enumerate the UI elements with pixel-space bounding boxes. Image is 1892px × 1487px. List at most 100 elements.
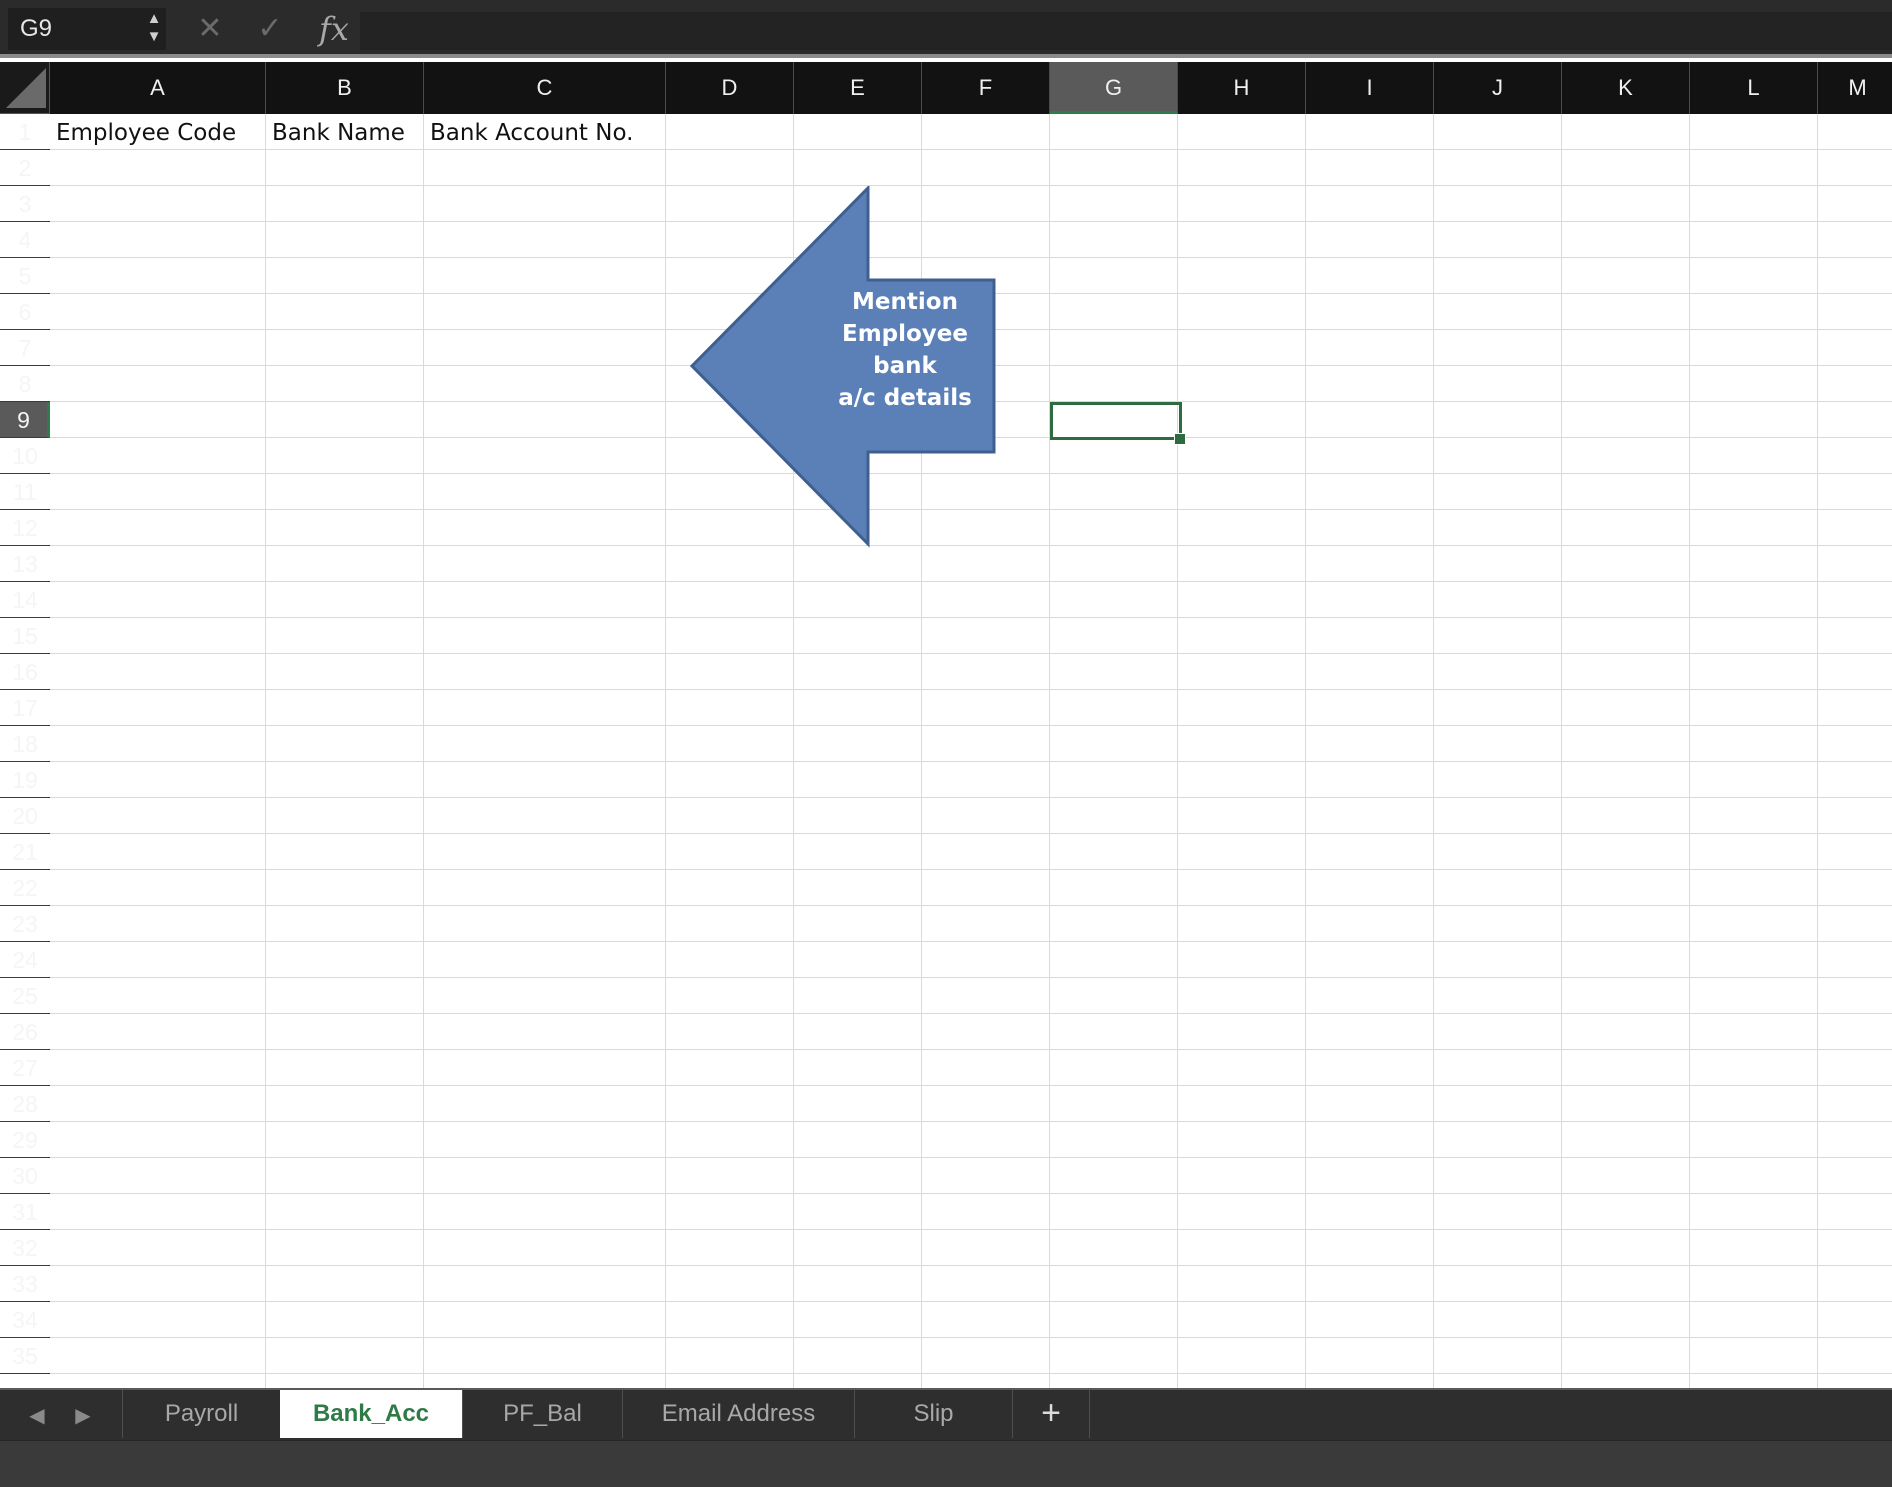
row-gridline [50,833,1892,834]
row-header-25[interactable]: 25 [0,978,50,1014]
column-gridline [265,114,266,1388]
insert-function-icon[interactable]: fx [312,10,356,48]
row-gridline [50,1337,1892,1338]
cell-area[interactable]: Employee Code Bank Name Bank Account No.… [50,114,1892,1388]
column-headers: ABCDEFGHIJKLM [50,62,1892,114]
row-header-28[interactable]: 28 [0,1086,50,1122]
row-header-34[interactable]: 34 [0,1302,50,1338]
row-header-26[interactable]: 26 [0,1014,50,1050]
row-gridline [50,617,1892,618]
previous-sheet-icon[interactable]: ◀ [22,1398,52,1434]
row-gridline [50,1121,1892,1122]
row-header-15[interactable]: 15 [0,618,50,654]
name-box-stepper[interactable]: ▲ ▼ [144,10,164,50]
row-gridline [50,1157,1892,1158]
row-header-17[interactable]: 17 [0,690,50,726]
row-header-5[interactable]: 5 [0,258,50,294]
fill-handle[interactable] [1174,433,1186,445]
column-header-f[interactable]: F [922,62,1050,114]
column-header-j[interactable]: J [1434,62,1562,114]
column-header-k[interactable]: K [1562,62,1690,114]
row-gridline [50,1229,1892,1230]
row-header-8[interactable]: 8 [0,366,50,402]
row-gridline [50,725,1892,726]
row-header-23[interactable]: 23 [0,906,50,942]
column-gridline [1433,114,1434,1388]
column-gridline [1049,114,1050,1388]
row-header-1[interactable]: 1 [0,114,50,150]
column-header-h[interactable]: H [1178,62,1306,114]
row-header-29[interactable]: 29 [0,1122,50,1158]
row-header-7[interactable]: 7 [0,330,50,366]
row-header-11[interactable]: 11 [0,474,50,510]
row-gridline [50,1193,1892,1194]
column-header-m[interactable]: M [1818,62,1892,114]
column-header-b[interactable]: B [266,62,424,114]
stepper-up-icon[interactable]: ▲ [144,10,164,28]
callout-line-2: Employee bank [841,321,969,379]
column-gridline [1177,114,1178,1388]
row-header-13[interactable]: 13 [0,546,50,582]
column-header-d[interactable]: D [666,62,794,114]
callout-line-1: Mention [852,289,958,315]
row-header-33[interactable]: 33 [0,1266,50,1302]
row-header-2[interactable]: 2 [0,150,50,186]
row-header-18[interactable]: 18 [0,726,50,762]
select-all-button[interactable] [0,62,50,114]
row-header-31[interactable]: 31 [0,1194,50,1230]
row-header-27[interactable]: 27 [0,1050,50,1086]
row-header-21[interactable]: 21 [0,834,50,870]
active-cell-G9[interactable] [1050,402,1182,440]
row-header-20[interactable]: 20 [0,798,50,834]
sheet-tab-bank-acc[interactable]: Bank_Acc [280,1390,462,1438]
next-sheet-icon[interactable]: ▶ [68,1398,98,1434]
row-gridline [50,761,1892,762]
row-header-35[interactable]: 35 [0,1338,50,1374]
column-header-l[interactable]: L [1690,62,1818,114]
row-gridline [50,1301,1892,1302]
row-gridline [50,977,1892,978]
name-box[interactable]: G9 [8,8,166,50]
row-header-12[interactable]: 12 [0,510,50,546]
column-header-a[interactable]: A [50,62,266,114]
sheet-tab-email-address[interactable]: Email Address [622,1390,854,1438]
cancel-icon[interactable]: ✕ [194,10,226,48]
column-header-e[interactable]: E [794,62,922,114]
cell-C1[interactable]: Bank Account No. [424,114,633,150]
row-header-10[interactable]: 10 [0,438,50,474]
row-header-16[interactable]: 16 [0,654,50,690]
row-header-30[interactable]: 30 [0,1158,50,1194]
row-header-3[interactable]: 3 [0,186,50,222]
row-gridline [50,653,1892,654]
row-header-6[interactable]: 6 [0,294,50,330]
add-sheet-button[interactable]: + [1012,1390,1090,1438]
row-header-14[interactable]: 14 [0,582,50,618]
column-header-g[interactable]: G [1050,62,1178,114]
formula-input[interactable] [360,12,1892,50]
column-gridline [423,114,424,1388]
row-header-19[interactable]: 19 [0,762,50,798]
sheet-tab-slip[interactable]: Slip [854,1390,1012,1438]
row-header-32[interactable]: 32 [0,1230,50,1266]
stepper-down-icon[interactable]: ▼ [144,28,164,46]
row-gridline [50,941,1892,942]
cell-A1[interactable]: Employee Code [50,114,236,150]
row-header-24[interactable]: 24 [0,942,50,978]
left-arrow-callout-shape[interactable]: Mention Employee bank a/c details [688,184,1000,548]
enter-icon[interactable]: ✓ [252,10,288,48]
column-header-i[interactable]: I [1306,62,1434,114]
row-gridline [50,1085,1892,1086]
column-gridline [1689,114,1690,1388]
callout-text: Mention Employee bank a/c details [816,286,994,414]
sheet-tab-payroll[interactable]: Payroll [122,1390,280,1438]
column-header-c[interactable]: C [424,62,666,114]
cell-B1[interactable]: Bank Name [266,114,405,150]
row-header-4[interactable]: 4 [0,222,50,258]
row-gridline [50,1265,1892,1266]
row-gridline [50,1013,1892,1014]
sheet-tab-pf-bal[interactable]: PF_Bal [462,1390,622,1438]
row-gridline [50,689,1892,690]
row-header-9[interactable]: 9 [0,402,50,438]
row-header-22[interactable]: 22 [0,870,50,906]
spreadsheet-grid: ABCDEFGHIJKLM 1 2 3 4 5 6 7 8 9 10 11 12 13 14 15 16 17 1… [0,62,1892,1388]
